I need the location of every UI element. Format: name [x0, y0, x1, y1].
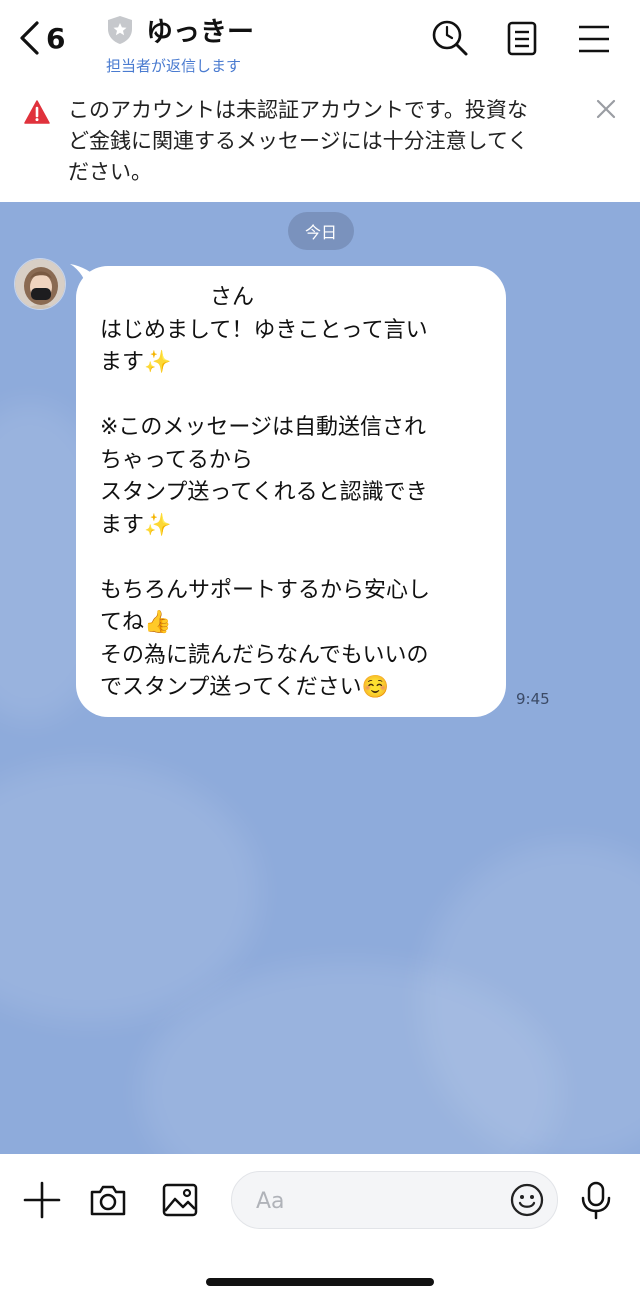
message-timestamp: 9:45 [516, 690, 550, 708]
message-line: ちゃってるから [100, 447, 253, 473]
warning-icon [24, 100, 50, 124]
date-separator: 今日 [288, 212, 354, 250]
banner-line: ど金銭に関連するメッセージには十分注意してく [68, 129, 529, 153]
camera-icon[interactable] [88, 1180, 128, 1220]
message-line: てね👍 [100, 610, 172, 635]
message-line: ます✨ [100, 512, 172, 538]
menu-icon[interactable] [574, 18, 614, 58]
message-line [100, 542, 486, 575]
chat-subtitle: 担当者が返信します [106, 57, 242, 75]
plus-icon[interactable] [22, 1180, 62, 1220]
chat-area[interactable]: 今日 さん はじめまして！ゆきことって言い ます✨ ※このメッセージは自動送信さ… [0, 202, 640, 1154]
message-line: ます✨ [100, 350, 172, 375]
background-cloud [0, 762, 260, 1022]
back-chevron-icon [20, 21, 39, 55]
message-line: はじめまして！ゆきことって言い [100, 317, 428, 343]
image-icon[interactable] [160, 1180, 200, 1220]
message-line: ※このメッセージは自動送信され [100, 415, 426, 440]
back-button[interactable]: 6 [18, 16, 65, 60]
emoji-icon[interactable] [510, 1183, 544, 1217]
home-indicator [206, 1278, 434, 1286]
microphone-icon[interactable] [576, 1180, 616, 1220]
message-input[interactable] [256, 1184, 506, 1218]
banner-line: このアカウントは未認証アカウントです。投資な [68, 98, 528, 122]
avatar[interactable] [14, 258, 66, 310]
message-line [100, 380, 486, 413]
chat-title: ゆっきー [146, 17, 254, 48]
close-icon[interactable] [594, 97, 618, 121]
search-icon[interactable] [430, 18, 470, 58]
chat-title-block[interactable]: ゆっきー 担当者が返信します [106, 10, 254, 76]
banner-line: ださい。 [68, 160, 152, 184]
shield-icon [108, 15, 132, 44]
banner-text: このアカウントは未認証アカウントです。投資な ど金銭に関連するメッセージには十分… [68, 95, 573, 188]
chat-header: 6 ゆっきー 担当者が返信します [0, 0, 640, 80]
avatar-image [15, 259, 65, 309]
notes-icon[interactable] [502, 18, 542, 58]
message-line: でスタンプ送ってください☺️ [100, 675, 389, 700]
message-line: スタンプ送ってくれると認識でき [100, 480, 428, 505]
message-input-box[interactable] [231, 1171, 558, 1229]
message-bubble[interactable]: さん はじめまして！ゆきことって言い ます✨ ※このメッセージは自動送信され ち… [76, 266, 506, 717]
message-line: その為に読んだらなんでもいいの [100, 642, 429, 668]
unread-count: 6 [46, 21, 66, 55]
message-line: さん [100, 285, 255, 310]
message-line: もちろんサポートするから安心し [100, 577, 431, 603]
